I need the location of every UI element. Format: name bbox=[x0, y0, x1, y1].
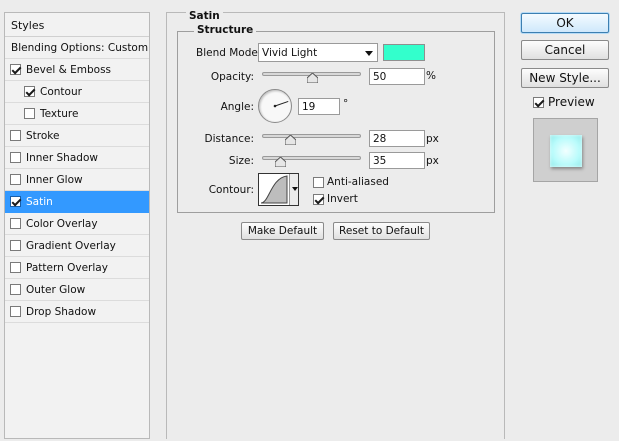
opacity-label: Opacity: bbox=[210, 71, 254, 83]
style-item-contour[interactable]: Contour bbox=[5, 81, 149, 103]
distance-input[interactable]: 28 bbox=[369, 130, 425, 147]
inner-shadow-label: Inner Shadow bbox=[26, 152, 98, 164]
invert-label: Invert bbox=[327, 193, 358, 205]
pattern-overlay-checkbox[interactable] bbox=[10, 262, 21, 273]
styles-header: Styles bbox=[5, 13, 149, 37]
style-item-inner-shadow[interactable]: Inner Shadow bbox=[5, 147, 149, 169]
inner-glow-label: Inner Glow bbox=[26, 174, 83, 186]
chevron-down-icon[interactable] bbox=[289, 174, 298, 205]
gradient-overlay-checkbox[interactable] bbox=[10, 240, 21, 251]
preview-row[interactable]: Preview bbox=[533, 95, 595, 109]
style-item-drop-shadow[interactable]: Drop Shadow bbox=[5, 301, 149, 323]
chevron-down-icon bbox=[365, 51, 373, 56]
cancel-button[interactable]: Cancel bbox=[521, 40, 609, 60]
style-item-outer-glow[interactable]: Outer Glow bbox=[5, 279, 149, 301]
gradient-overlay-label: Gradient Overlay bbox=[26, 240, 116, 252]
style-item-color-overlay[interactable]: Color Overlay bbox=[5, 213, 149, 235]
contour-label: Contour bbox=[40, 86, 82, 98]
stroke-label: Stroke bbox=[26, 130, 60, 142]
blend-mode-select[interactable]: Vivid Light bbox=[258, 43, 378, 62]
structure-title: Structure bbox=[194, 24, 257, 36]
blend-mode-label: Blend Mode: bbox=[196, 47, 262, 59]
anti-aliased-label: Anti-aliased bbox=[327, 176, 389, 188]
opacity-input[interactable]: 50 bbox=[369, 68, 425, 85]
distance-slider-track[interactable] bbox=[262, 134, 361, 138]
contour-picker[interactable] bbox=[258, 173, 299, 206]
preview-checkbox[interactable] bbox=[533, 97, 544, 108]
satin-label: Satin bbox=[26, 196, 53, 208]
contour-curve-icon bbox=[260, 175, 288, 204]
style-item-gradient-overlay[interactable]: Gradient Overlay bbox=[5, 235, 149, 257]
angle-dial[interactable] bbox=[258, 89, 292, 123]
style-item-bevel-emboss[interactable]: Bevel & Emboss bbox=[5, 59, 149, 81]
invert-row[interactable]: Invert bbox=[313, 193, 358, 205]
blend-mode-value: Vivid Light bbox=[262, 47, 318, 59]
distance-unit: px bbox=[426, 133, 439, 145]
pattern-overlay-label: Pattern Overlay bbox=[26, 262, 108, 274]
distance-slider-thumb[interactable] bbox=[284, 135, 296, 145]
satin-color-swatch[interactable] bbox=[383, 44, 425, 61]
drop-shadow-label: Drop Shadow bbox=[26, 306, 97, 318]
anti-aliased-row[interactable]: Anti-aliased bbox=[313, 176, 389, 188]
size-slider-thumb[interactable] bbox=[274, 157, 286, 167]
texture-checkbox[interactable] bbox=[24, 108, 35, 119]
angle-unit: ° bbox=[343, 98, 349, 110]
inner-shadow-checkbox[interactable] bbox=[10, 152, 21, 163]
contour-checkbox[interactable] bbox=[24, 86, 35, 97]
contour-label: Contour: bbox=[208, 184, 254, 196]
outer-glow-label: Outer Glow bbox=[26, 284, 86, 296]
opacity-unit: % bbox=[426, 70, 436, 82]
preview-label: Preview bbox=[548, 95, 595, 109]
style-item-pattern-overlay[interactable]: Pattern Overlay bbox=[5, 257, 149, 279]
ok-button[interactable]: OK bbox=[521, 13, 609, 33]
styles-panel: Styles Blending Options: Custom Bevel & E… bbox=[4, 12, 150, 439]
texture-label: Texture bbox=[40, 108, 79, 120]
opacity-slider-thumb[interactable] bbox=[306, 73, 318, 83]
make-default-button[interactable]: Make Default bbox=[241, 222, 324, 240]
satin-group-title: Satin bbox=[186, 10, 223, 22]
style-preview bbox=[533, 118, 598, 182]
inner-glow-checkbox[interactable] bbox=[10, 174, 21, 185]
size-unit: px bbox=[426, 155, 439, 167]
reset-to-default-button[interactable]: Reset to Default bbox=[333, 222, 430, 240]
size-input[interactable]: 35 bbox=[369, 152, 425, 169]
color-overlay-checkbox[interactable] bbox=[10, 218, 21, 229]
distance-label: Distance: bbox=[204, 133, 254, 145]
angle-input[interactable]: 19 bbox=[298, 98, 340, 115]
size-label: Size: bbox=[228, 155, 254, 167]
style-item-blending-options-custom[interactable]: Blending Options: Custom bbox=[5, 37, 149, 59]
style-item-inner-glow[interactable]: Inner Glow bbox=[5, 169, 149, 191]
new-style-button[interactable]: New Style... bbox=[521, 68, 609, 88]
style-item-stroke[interactable]: Stroke bbox=[5, 125, 149, 147]
bevel-emboss-checkbox[interactable] bbox=[10, 64, 21, 75]
blending-options-custom-label: Blending Options: Custom bbox=[11, 42, 149, 54]
style-item-satin[interactable]: Satin bbox=[5, 191, 149, 213]
invert-checkbox[interactable] bbox=[313, 193, 324, 205]
bevel-emboss-label: Bevel & Emboss bbox=[26, 64, 112, 76]
anti-aliased-checkbox[interactable] bbox=[313, 176, 324, 188]
outer-glow-checkbox[interactable] bbox=[10, 284, 21, 295]
angle-label: Angle: bbox=[220, 101, 254, 113]
satin-checkbox[interactable] bbox=[10, 196, 21, 207]
stroke-checkbox[interactable] bbox=[10, 130, 21, 141]
color-overlay-label: Color Overlay bbox=[26, 218, 98, 230]
preview-swatch bbox=[550, 135, 582, 167]
style-item-texture[interactable]: Texture bbox=[5, 103, 149, 125]
drop-shadow-checkbox[interactable] bbox=[10, 306, 21, 317]
